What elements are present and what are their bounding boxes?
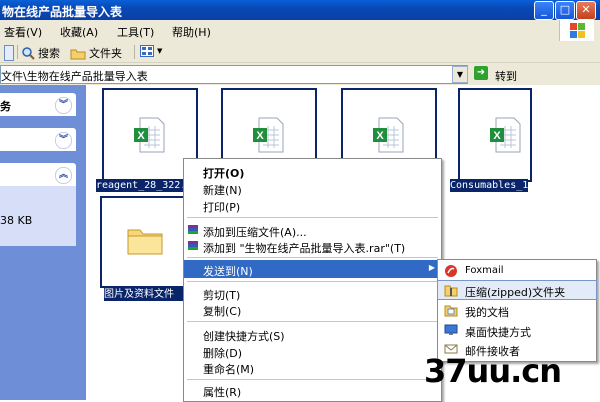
details-panel: 38 KB [0, 186, 76, 246]
svg-text:X: X [137, 130, 145, 142]
chevron-down-icon: ▼ [157, 47, 163, 55]
task-pane: 务 ︾ ︾ ︽ 38 KB [0, 85, 86, 400]
menu-item-add-to-rar[interactable]: 添加到 "生物在线产品批量导入表.rar"(T) [184, 237, 441, 255]
search-icon [22, 47, 35, 60]
context-menu: 打开(O) 新建(N) 打印(P) 添加到压缩文件(A)... 添加到 "生物在… [183, 158, 442, 402]
menu-tools[interactable]: 工具(T) [117, 24, 154, 40]
toolbar: 搜索 文件夹 ▼ [0, 42, 600, 63]
go-arrow-icon[interactable]: ➜ [474, 66, 488, 80]
folder-caption[interactable]: 图片及资料文件 [104, 288, 194, 301]
menu-item-properties[interactable]: 属性(R) [184, 381, 441, 399]
menu-separator [187, 217, 438, 218]
sendto-desktop[interactable]: 桌面快捷方式 [438, 321, 596, 339]
winrar-icon [188, 225, 198, 234]
go-button[interactable]: 转到 [495, 68, 517, 84]
file-caption[interactable]: Consumables_1 [450, 179, 528, 192]
search-button[interactable]: 搜索 [21, 45, 60, 61]
folders-button[interactable]: 文件夹 [70, 45, 122, 61]
menu-item-print[interactable]: 打印(P) [184, 196, 441, 214]
submenu-arrow-icon: ▶ [428, 263, 435, 272]
minimize-button[interactable]: _ [534, 1, 554, 20]
menu-item-open[interactable]: 打开(O) [184, 162, 441, 180]
excel-file-icon: X [490, 117, 521, 153]
task-section-header[interactable]: ︾ [0, 128, 76, 151]
menu-favorites[interactable]: 收藏(A) [60, 24, 98, 40]
excel-file-icon: X [134, 117, 165, 153]
folders-label: 文件夹 [89, 47, 122, 60]
menu-separator [187, 257, 438, 258]
svg-text:X: X [376, 130, 384, 142]
window-title: 物在线产品批量导入表 [2, 5, 123, 19]
svg-text:X: X [493, 130, 501, 142]
collapse-chevron-icon[interactable]: ︾ [55, 132, 72, 149]
svg-text:X: X [256, 130, 264, 142]
collapse-chevron-icon[interactable]: ︾ [55, 97, 72, 114]
menu-item-copy[interactable]: 复制(C) [184, 300, 441, 318]
sendto-submenu: Foxmail 压缩(zipped)文件夹 我的文档 桌面快捷方式 邮件接收者 [437, 259, 597, 362]
site-watermark: 37uu.cn [424, 352, 562, 390]
menu-separator [187, 281, 438, 282]
excel-file-icon: X [373, 117, 404, 153]
task-section-title: 务 [0, 100, 11, 113]
task-section-header[interactable]: 务 ︾ [0, 93, 76, 116]
sendto-zipped-folder[interactable]: 压缩(zipped)文件夹 [437, 280, 597, 300]
zip-folder-icon [444, 285, 458, 297]
expand-chevron-icon[interactable]: ︽ [55, 167, 72, 184]
title-bar: 物在线产品批量导入表 _ □ ✕ [0, 0, 600, 20]
menu-help[interactable]: 帮助(H) [172, 24, 211, 40]
close-button[interactable]: ✕ [576, 1, 596, 20]
sendto-foxmail[interactable]: Foxmail [438, 262, 596, 280]
file-size-text: 38 KB [0, 214, 33, 227]
menu-item-create-shortcut[interactable]: 创建快捷方式(S) [184, 325, 441, 343]
menu-item-new[interactable]: 新建(N) [184, 179, 441, 197]
views-grid-icon [140, 45, 154, 57]
menu-bar: 查看(V) 收藏(A) 工具(T) 帮助(H) [0, 20, 600, 43]
address-dropdown-button[interactable]: ▼ [452, 66, 468, 83]
documents-folder-icon [444, 305, 458, 317]
menu-item-send-to[interactable]: 发送到(N) ▶ [184, 260, 441, 278]
folder-icon [127, 229, 163, 255]
folder-thumbnail[interactable] [100, 196, 196, 288]
winrar-icon [188, 241, 198, 250]
maximize-button[interactable]: □ [555, 1, 575, 20]
address-path: 文件\生物在线产品批量导入表 [1, 70, 148, 83]
sendto-my-documents[interactable]: 我的文档 [438, 301, 596, 319]
toolbar-separator [134, 45, 135, 59]
folder-icon [70, 49, 86, 59]
menu-separator [187, 379, 438, 380]
excel-file-icon: X [253, 117, 284, 153]
menu-item-rename[interactable]: 重命名(M) [184, 358, 441, 376]
file-thumbnail[interactable]: X [458, 88, 532, 182]
foxmail-icon [445, 265, 457, 277]
desktop-icon [444, 324, 458, 335]
back-partial-icon[interactable] [4, 45, 14, 61]
address-input[interactable]: 文件\生物在线产品批量导入表 [0, 65, 468, 84]
toolbar-separator [17, 45, 18, 59]
windows-logo-icon [559, 20, 594, 41]
details-section-header[interactable]: ︽ [0, 163, 76, 186]
menu-separator [187, 321, 438, 322]
views-button[interactable]: ▼ [140, 45, 162, 57]
address-bar: 文件\生物在线产品批量导入表 ▼ ➜ 转到 [0, 63, 600, 85]
search-label: 搜索 [38, 47, 60, 60]
menu-view[interactable]: 查看(V) [4, 24, 42, 40]
